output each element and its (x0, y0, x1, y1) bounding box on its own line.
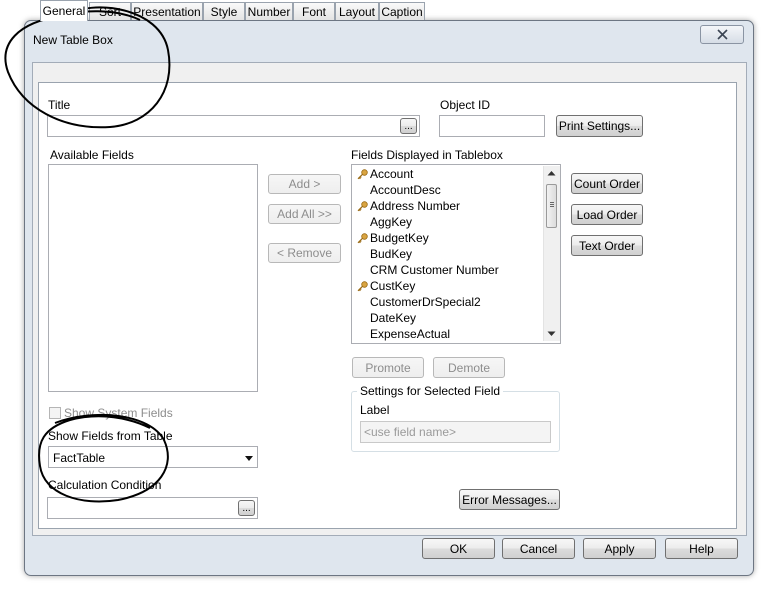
add-all-button[interactable]: Add All >> (268, 204, 341, 224)
help-button[interactable]: Help (665, 538, 738, 559)
object-id-input[interactable] (439, 115, 545, 137)
calculation-condition-label: Calculation Condition (48, 478, 162, 492)
tab-label: Sort (98, 5, 121, 19)
field-list-item[interactable]: CustKey (370, 279, 415, 293)
chevron-down-icon[interactable] (245, 456, 253, 461)
tab-label: Presentation (133, 5, 201, 19)
tab-label: General (42, 4, 86, 18)
key-icon (357, 233, 368, 244)
scroll-down-arrow-icon[interactable] (547, 331, 556, 337)
load-order-button[interactable]: Load Order (571, 204, 643, 225)
fields-displayed-list[interactable]: Account AccountDesc Address Number AggKey Bu… (351, 164, 561, 344)
key-icon (357, 169, 368, 180)
available-fields-list[interactable] (48, 164, 258, 392)
window-title: New Table Box (33, 33, 113, 47)
ok-button[interactable]: OK (422, 538, 495, 559)
field-label-input[interactable]: <use field name> (360, 421, 551, 443)
key-icon (357, 281, 368, 292)
scroll-up-arrow-icon[interactable] (547, 170, 556, 176)
tab-number[interactable]: Number (245, 2, 293, 20)
field-list-item[interactable]: BudKey (370, 247, 412, 261)
close-icon (716, 29, 728, 40)
tab-label: Layout (338, 5, 376, 19)
field-list-item[interactable]: AccountDesc (370, 183, 441, 197)
show-system-fields-label: Show System Fields (64, 406, 173, 420)
cancel-button[interactable]: Cancel (502, 538, 575, 559)
field-label-placeholder: <use field name> (364, 425, 457, 439)
fields-list-scrollbar[interactable] (543, 166, 560, 341)
calculation-condition-expression-button[interactable]: ... (238, 500, 255, 516)
field-label-label: Label (360, 403, 390, 417)
title-expression-button[interactable]: ... (400, 118, 417, 134)
show-fields-from-label: Show Fields from Table (48, 429, 173, 443)
tab-style[interactable]: Style (203, 2, 245, 20)
field-list-item[interactable]: CustomerDrSpecial2 (370, 295, 481, 309)
scroll-thumb[interactable] (546, 184, 557, 228)
object-id-label: Object ID (440, 98, 491, 112)
promote-button[interactable]: Promote (352, 357, 424, 378)
calculation-condition-input[interactable] (47, 497, 258, 519)
title-input[interactable] (47, 115, 420, 137)
apply-button[interactable]: Apply (583, 538, 656, 559)
close-button[interactable] (700, 25, 744, 44)
field-list-item[interactable]: Address Number (370, 199, 460, 213)
field-list-item[interactable]: Account (370, 167, 413, 181)
available-fields-label: Available Fields (50, 148, 134, 162)
show-fields-from-value: FactTable (53, 451, 106, 465)
show-fields-from-select[interactable]: FactTable (48, 446, 258, 468)
tab-layout[interactable]: Layout (335, 2, 379, 20)
tab-caption[interactable]: Caption (379, 2, 425, 20)
print-settings-button[interactable]: Print Settings... (556, 115, 643, 137)
field-list-item[interactable]: BudgetKey (370, 231, 429, 245)
tab-label: Number (247, 5, 291, 19)
settings-group-label: Settings for Selected Field (357, 384, 504, 398)
title-label: Title (48, 98, 71, 112)
show-system-fields-checkbox[interactable] (49, 407, 61, 419)
count-order-button[interactable]: Count Order (571, 173, 643, 194)
tab-general[interactable]: General (40, 0, 88, 21)
tab-sort[interactable]: Sort (89, 2, 131, 20)
fields-displayed-label: Fields Displayed in Tablebox (351, 148, 503, 162)
tab-font[interactable]: Font (293, 2, 335, 20)
field-list-item[interactable]: DateKey (370, 311, 416, 325)
tab-label: Style (210, 5, 238, 19)
add-button[interactable]: Add > (268, 174, 341, 194)
tab-presentation[interactable]: Presentation (131, 2, 203, 20)
remove-button[interactable]: < Remove (268, 243, 341, 263)
text-order-button[interactable]: Text Order (571, 235, 643, 256)
demote-button[interactable]: Demote (433, 357, 505, 378)
tab-label: Font (301, 5, 326, 19)
field-list-item[interactable]: CRM Customer Number (370, 263, 499, 277)
error-messages-button[interactable]: Error Messages... (459, 489, 560, 510)
key-icon (357, 201, 368, 212)
field-list-item[interactable]: ExpenseActual (370, 327, 450, 341)
tab-label: Caption (381, 5, 423, 19)
field-list-item[interactable]: AggKey (370, 215, 412, 229)
